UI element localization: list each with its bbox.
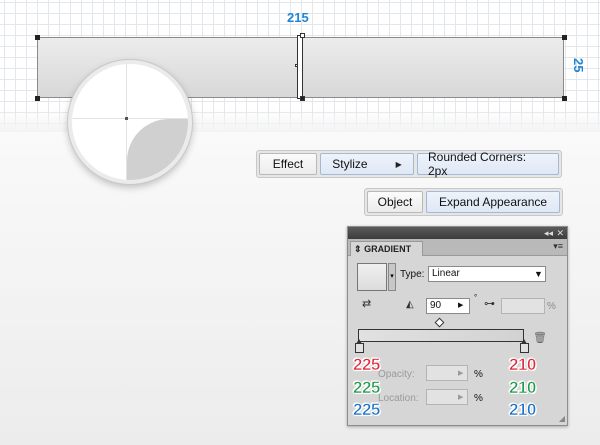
- corner-handle-top-right[interactable]: [562, 35, 567, 40]
- type-dropdown-arrow-icon[interactable]: ▼: [534, 269, 543, 279]
- right-stop-red-value: 210: [509, 355, 537, 375]
- selected-divider-shape[interactable]: [297, 35, 303, 99]
- zoom-preview-circle: [68, 60, 192, 184]
- tab-gradient[interactable]: ⇕ GRADIENT: [350, 241, 423, 256]
- panel-title-bar[interactable]: ◂◂ ✕: [348, 227, 567, 239]
- expand-appearance-label: Expand Appearance: [438, 195, 548, 209]
- stylize-menu-button[interactable]: Stylize ▶: [320, 153, 414, 175]
- angle-value: 90: [430, 300, 442, 311]
- rounded-corners-label: Rounded Corners: 2px: [428, 150, 527, 178]
- gradient-midpoint-diamond[interactable]: [434, 317, 445, 328]
- gradient-swatch[interactable]: [357, 263, 387, 291]
- tab-gradient-label: GRADIENT: [364, 244, 412, 254]
- panel-tab-bar: ⇕ GRADIENT ▾≡: [348, 239, 567, 256]
- resize-grip-icon[interactable]: ◢: [559, 414, 565, 423]
- rounded-corners-menu-item[interactable]: Rounded Corners: 2px: [417, 150, 559, 178]
- gradient-stop-right[interactable]: [520, 339, 529, 353]
- right-stop-blue-value: 210: [509, 400, 537, 420]
- rounded-corner-shape: [127, 119, 188, 180]
- tab-options-icon: ⇕: [354, 244, 362, 254]
- close-panel-icon[interactable]: ✕: [556, 227, 564, 239]
- effect-menu-path: Effect Stylize ▶ Rounded Corners: 2px: [256, 150, 562, 178]
- anchor-point-mid[interactable]: [295, 64, 298, 67]
- location-label: Location:: [378, 393, 419, 404]
- angle-input[interactable]: 90: [426, 298, 470, 314]
- object-menu-path: Object Expand Appearance: [364, 188, 563, 216]
- type-select[interactable]: Linear: [428, 266, 546, 282]
- opacity-unit: %: [474, 369, 483, 380]
- right-stop-green-value: 210: [509, 378, 537, 398]
- effect-menu-button[interactable]: Effect: [259, 153, 317, 175]
- location-dropdown-arrow-icon: ▶: [458, 394, 464, 401]
- stylize-label: Stylize: [332, 157, 368, 171]
- collapse-panel-icon[interactable]: ◂◂: [544, 227, 553, 239]
- corner-handle-bottom-right[interactable]: [562, 96, 567, 101]
- gradient-slider[interactable]: [358, 329, 524, 342]
- left-stop-blue-value: 225: [353, 400, 381, 420]
- aspect-ratio-icon: ⊶: [484, 298, 495, 310]
- corner-anchor-dot: [125, 117, 128, 120]
- angle-dropdown-arrow-icon[interactable]: ▶: [458, 301, 463, 309]
- left-stop-red-value: 225: [353, 355, 381, 375]
- angle-icon: ◭: [406, 299, 414, 310]
- left-stop-green-value: 225: [353, 378, 381, 398]
- reverse-gradient-icon[interactable]: ⇄: [362, 297, 371, 310]
- delete-stop-icon[interactable]: 🗑: [533, 331, 547, 344]
- type-label: Type:: [400, 269, 425, 280]
- degree-symbol: °: [474, 293, 478, 302]
- aspect-ratio-input: [501, 298, 545, 314]
- expand-appearance-menu-item[interactable]: Expand Appearance: [426, 191, 560, 213]
- type-select-value: Linear: [432, 268, 460, 279]
- width-dimension-label: 215: [287, 10, 309, 25]
- submenu-arrow-icon: ▶: [395, 159, 402, 169]
- panel-menu-icon[interactable]: ▾≡: [553, 241, 563, 252]
- opacity-dropdown-arrow-icon: ▶: [458, 370, 464, 377]
- corner-handle-bottom-left[interactable]: [35, 96, 40, 101]
- opacity-label: Opacity:: [378, 369, 415, 380]
- corner-handle-top-left[interactable]: [35, 35, 40, 40]
- object-menu-button[interactable]: Object: [367, 191, 423, 213]
- anchor-point-bottom[interactable]: [300, 96, 305, 101]
- object-label: Object: [377, 195, 413, 209]
- aspect-unit: %: [547, 301, 556, 312]
- anchor-point-top[interactable]: [300, 33, 305, 38]
- swatch-dropdown-arrow-icon[interactable]: ▾: [388, 263, 396, 291]
- gradient-stop-left[interactable]: [355, 339, 364, 353]
- location-unit: %: [474, 393, 483, 404]
- effect-label: Effect: [272, 157, 304, 171]
- height-dimension-label: 25: [571, 58, 586, 73]
